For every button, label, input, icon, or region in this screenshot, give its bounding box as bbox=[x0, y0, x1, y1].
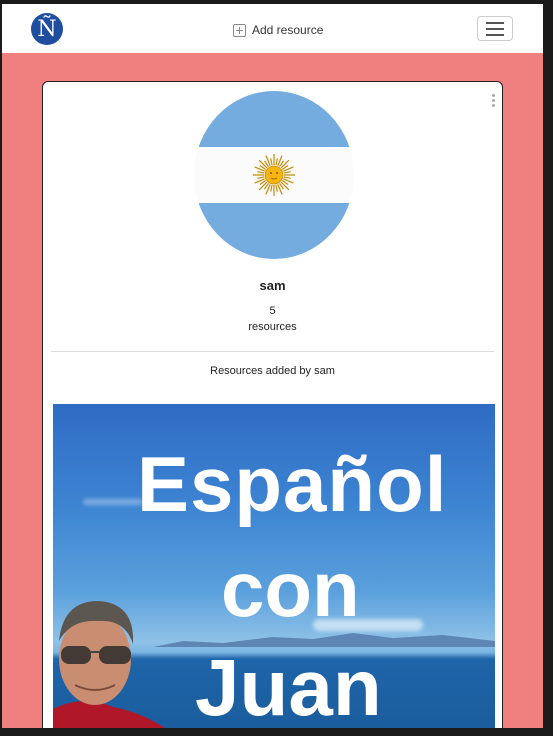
hamburger-line bbox=[486, 21, 504, 24]
profile-card: sam 5 resources Resources added by sam E… bbox=[42, 81, 503, 728]
section-title: Resources added by sam bbox=[210, 365, 335, 377]
image-title-line2: con bbox=[221, 545, 360, 633]
argentina-flag-avatar bbox=[194, 91, 354, 259]
add-resource-button[interactable]: Add resource bbox=[233, 20, 323, 40]
hamburger-line bbox=[486, 33, 504, 36]
profile-username: sam bbox=[259, 278, 286, 293]
resource-thumbnail[interactable]: Español con Juan bbox=[53, 404, 495, 728]
cloud bbox=[83, 499, 143, 505]
top-navbar: Ñ Add resource bbox=[2, 4, 543, 53]
resource-count: 5 bbox=[269, 305, 276, 317]
flag-band-bottom bbox=[194, 203, 354, 259]
add-resource-label: Add resource bbox=[252, 23, 324, 37]
logo-icon[interactable]: Ñ bbox=[31, 13, 63, 45]
sun-of-may-icon bbox=[253, 154, 295, 196]
app-window: Ñ Add resource sam 5 resources Resources… bbox=[2, 4, 543, 728]
image-title-line3: Juan bbox=[195, 643, 382, 728]
hamburger-line bbox=[486, 27, 504, 30]
more-vertical-icon[interactable] bbox=[492, 94, 496, 107]
flag-band-top bbox=[194, 91, 354, 147]
plus-square-icon bbox=[233, 23, 246, 37]
hamburger-menu-button[interactable] bbox=[477, 16, 513, 41]
logo-letter: Ñ bbox=[37, 16, 57, 42]
divider bbox=[51, 351, 494, 352]
image-title-line1: Español bbox=[137, 440, 448, 528]
scrollbar[interactable] bbox=[543, 4, 553, 728]
person-photo bbox=[53, 601, 165, 728]
resource-count-label: resources bbox=[248, 321, 297, 333]
